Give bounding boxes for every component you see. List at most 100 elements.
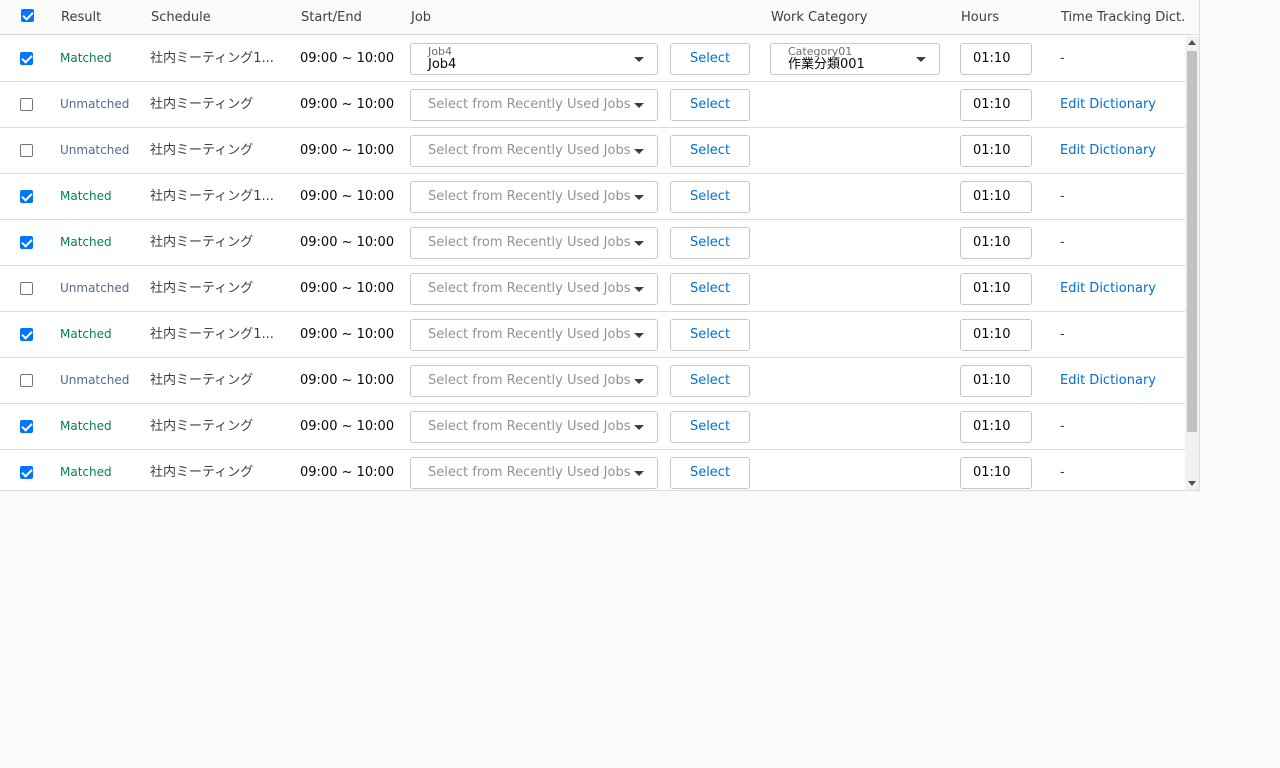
time-tracking-table: Result Schedule Start/End Job Work Categ… bbox=[0, 0, 1200, 491]
schedule-title: 社内ミーティング bbox=[150, 235, 254, 250]
row-checkbox[interactable] bbox=[20, 236, 33, 249]
header-schedule[interactable]: Schedule bbox=[151, 0, 211, 35]
select-job-button[interactable]: Select bbox=[670, 135, 750, 167]
table-header: Result Schedule Start/End Job Work Categ… bbox=[0, 0, 1199, 35]
select-job-button[interactable]: Select bbox=[670, 411, 750, 443]
select-job-button[interactable]: Select bbox=[670, 181, 750, 213]
start-end-time: 09:00 ~ 10:00 bbox=[300, 327, 395, 342]
schedule-title: 社内ミーティング bbox=[150, 373, 254, 388]
chevron-down-icon bbox=[634, 149, 644, 154]
select-job-button[interactable]: Select bbox=[670, 227, 750, 259]
work-category-combobox[interactable]: Category01 作業分類001 bbox=[770, 43, 940, 75]
row-checkbox[interactable] bbox=[20, 190, 33, 203]
schedule-title: 社内ミーティング bbox=[150, 281, 254, 296]
hours-input[interactable]: 01:10 bbox=[960, 227, 1032, 259]
chevron-down-icon bbox=[634, 195, 644, 200]
job-placeholder: Select from Recently Used Jobs bbox=[428, 373, 631, 388]
row-checkbox[interactable] bbox=[20, 144, 33, 157]
select-job-button[interactable]: Select bbox=[670, 319, 750, 351]
table-row: Unmatched 社内ミーティング 09:00 ~ 10:00 Select fro… bbox=[0, 358, 1185, 404]
select-all-checkbox[interactable] bbox=[21, 9, 34, 22]
start-end-time: 09:00 ~ 10:00 bbox=[300, 97, 395, 112]
job-placeholder: Select from Recently Used Jobs bbox=[428, 189, 631, 204]
hours-input[interactable]: 01:10 bbox=[960, 365, 1032, 397]
start-end-time: 09:00 ~ 10:00 bbox=[300, 51, 395, 66]
job-placeholder: Select from Recently Used Jobs bbox=[428, 419, 631, 434]
job-combobox[interactable]: Job4 Job4 bbox=[410, 43, 658, 75]
hours-input[interactable]: 01:10 bbox=[960, 319, 1032, 351]
edit-dictionary-link[interactable]: Edit Dictionary bbox=[1060, 82, 1156, 127]
row-checkbox[interactable] bbox=[20, 328, 33, 341]
scroll-down-arrow-icon[interactable] bbox=[1188, 481, 1196, 486]
result-status: Unmatched bbox=[60, 373, 130, 387]
job-combobox[interactable]: Select from Recently Used Jobs bbox=[410, 227, 658, 259]
edit-dictionary-link[interactable]: Edit Dictionary bbox=[1060, 266, 1156, 311]
row-checkbox[interactable] bbox=[20, 52, 33, 65]
start-end-time: 09:00 ~ 10:00 bbox=[300, 465, 395, 480]
header-job[interactable]: Job bbox=[411, 0, 431, 35]
dictionary-status: - bbox=[1060, 327, 1065, 342]
start-end-time: 09:00 ~ 10:00 bbox=[300, 235, 395, 250]
chevron-down-icon bbox=[634, 57, 644, 62]
header-work-category[interactable]: Work Category bbox=[771, 0, 867, 35]
job-combobox[interactable]: Select from Recently Used Jobs bbox=[410, 89, 658, 121]
table-row: Matched 社内ミーティング1... 09:00 ~ 10:00 Job4 Job4… bbox=[0, 36, 1185, 82]
hours-input[interactable]: 01:10 bbox=[960, 89, 1032, 121]
row-checkbox[interactable] bbox=[20, 282, 33, 295]
row-checkbox[interactable] bbox=[20, 98, 33, 111]
edit-dictionary-link[interactable]: Edit Dictionary bbox=[1060, 358, 1156, 403]
table-body: Matched 社内ミーティング1... 09:00 ~ 10:00 Job4 Job4… bbox=[0, 36, 1185, 490]
start-end-time: 09:00 ~ 10:00 bbox=[300, 281, 395, 296]
job-placeholder: Select from Recently Used Jobs bbox=[428, 143, 631, 158]
hours-input[interactable]: 01:10 bbox=[960, 135, 1032, 167]
header-hours[interactable]: Hours bbox=[961, 0, 999, 35]
scrollbar-thumb[interactable] bbox=[1187, 51, 1197, 432]
job-combobox[interactable]: Select from Recently Used Jobs bbox=[410, 273, 658, 305]
job-combobox[interactable]: Select from Recently Used Jobs bbox=[410, 457, 658, 489]
header-result[interactable]: Result bbox=[61, 0, 101, 35]
result-status: Matched bbox=[60, 465, 112, 479]
result-status: Unmatched bbox=[60, 143, 130, 157]
schedule-title: 社内ミーティング bbox=[150, 97, 254, 112]
job-combobox[interactable]: Select from Recently Used Jobs bbox=[410, 181, 658, 213]
schedule-title: 社内ミーティング bbox=[150, 143, 254, 158]
hours-input[interactable]: 01:10 bbox=[960, 273, 1032, 305]
job-combobox[interactable]: Select from Recently Used Jobs bbox=[410, 135, 658, 167]
vertical-scrollbar[interactable] bbox=[1185, 36, 1199, 490]
table-row: Matched 社内ミーティング 09:00 ~ 10:00 Select from … bbox=[0, 404, 1185, 450]
scroll-up-arrow-icon[interactable] bbox=[1188, 40, 1196, 45]
start-end-time: 09:00 ~ 10:00 bbox=[300, 143, 395, 158]
row-checkbox[interactable] bbox=[20, 466, 33, 479]
chevron-down-icon bbox=[634, 287, 644, 292]
row-checkbox[interactable] bbox=[20, 374, 33, 387]
hours-input[interactable]: 01:10 bbox=[960, 181, 1032, 213]
table-row: Matched 社内ミーティング1... 09:00 ~ 10:00 Select f… bbox=[0, 174, 1185, 220]
table-row: Unmatched 社内ミーティング 09:00 ~ 10:00 Select fro… bbox=[0, 128, 1185, 174]
select-job-button[interactable]: Select bbox=[670, 273, 750, 305]
row-checkbox[interactable] bbox=[20, 420, 33, 433]
hours-input[interactable]: 01:10 bbox=[960, 411, 1032, 443]
result-status: Unmatched bbox=[60, 281, 130, 295]
job-combobox[interactable]: Select from Recently Used Jobs bbox=[410, 365, 658, 397]
dictionary-status: - bbox=[1060, 419, 1065, 434]
result-status: Matched bbox=[60, 327, 112, 341]
chevron-down-icon bbox=[634, 425, 644, 430]
job-combobox[interactable]: Select from Recently Used Jobs bbox=[410, 411, 658, 443]
job-combobox[interactable]: Select from Recently Used Jobs bbox=[410, 319, 658, 351]
dictionary-status: - bbox=[1060, 235, 1065, 250]
hours-input[interactable]: 01:10 bbox=[960, 457, 1032, 489]
select-job-button[interactable]: Select bbox=[670, 457, 750, 489]
work-category-selected-value: 作業分類001 bbox=[788, 57, 865, 72]
header-time-tracking-dict[interactable]: Time Tracking Dict. bbox=[1061, 0, 1185, 35]
table-row: Matched 社内ミーティング1... 09:00 ~ 10:00 Select f… bbox=[0, 312, 1185, 358]
table-row: Matched 社内ミーティング 09:00 ~ 10:00 Select from … bbox=[0, 220, 1185, 266]
chevron-down-icon bbox=[634, 471, 644, 476]
hours-input[interactable]: 01:10 bbox=[960, 43, 1032, 75]
select-job-button[interactable]: Select bbox=[670, 43, 750, 75]
dictionary-status: - bbox=[1060, 51, 1065, 66]
job-placeholder: Select from Recently Used Jobs bbox=[428, 281, 631, 296]
header-start-end[interactable]: Start/End bbox=[301, 0, 362, 35]
edit-dictionary-link[interactable]: Edit Dictionary bbox=[1060, 128, 1156, 173]
select-job-button[interactable]: Select bbox=[670, 89, 750, 121]
select-job-button[interactable]: Select bbox=[670, 365, 750, 397]
